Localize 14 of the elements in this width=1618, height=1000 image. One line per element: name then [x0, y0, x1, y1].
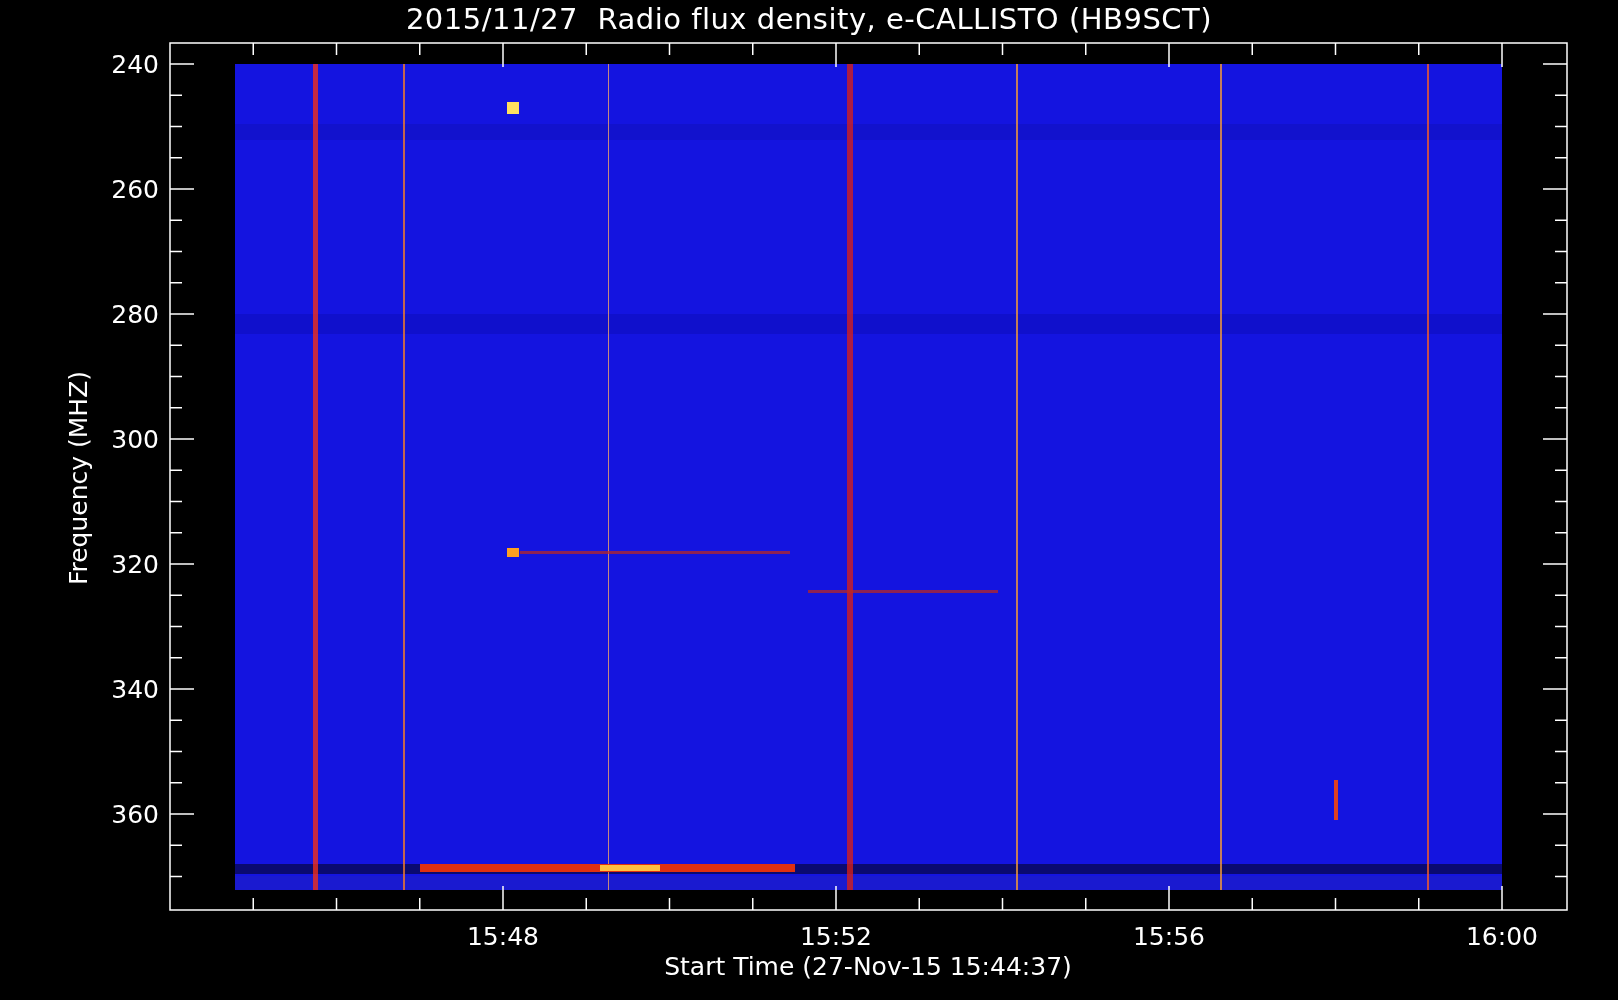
y-tick-label: 360 — [111, 800, 159, 829]
x-tick-label: 15:52 — [800, 922, 872, 951]
x-tick-label: 15:56 — [1133, 922, 1205, 951]
x-tick-label: 15:48 — [467, 922, 539, 951]
y-tick-label: 340 — [111, 675, 159, 704]
x-tick-label: 16:00 — [1466, 922, 1538, 951]
x-axis-label: Start Time (27-Nov-15 15:44:37) — [664, 952, 1072, 981]
chart-title: 2015/11/27 Radio flux density, e-CALLISTO (HB9SCT) — [405, 2, 1213, 36]
y-tick-label: 260 — [111, 175, 159, 204]
y-tick-label: 240 — [111, 50, 159, 79]
y-tick-label: 300 — [111, 425, 159, 454]
y-tick-label: 320 — [111, 550, 159, 579]
y-tick-label: 280 — [111, 300, 159, 329]
y-axis-label: Frequency (MHZ) — [64, 370, 93, 586]
